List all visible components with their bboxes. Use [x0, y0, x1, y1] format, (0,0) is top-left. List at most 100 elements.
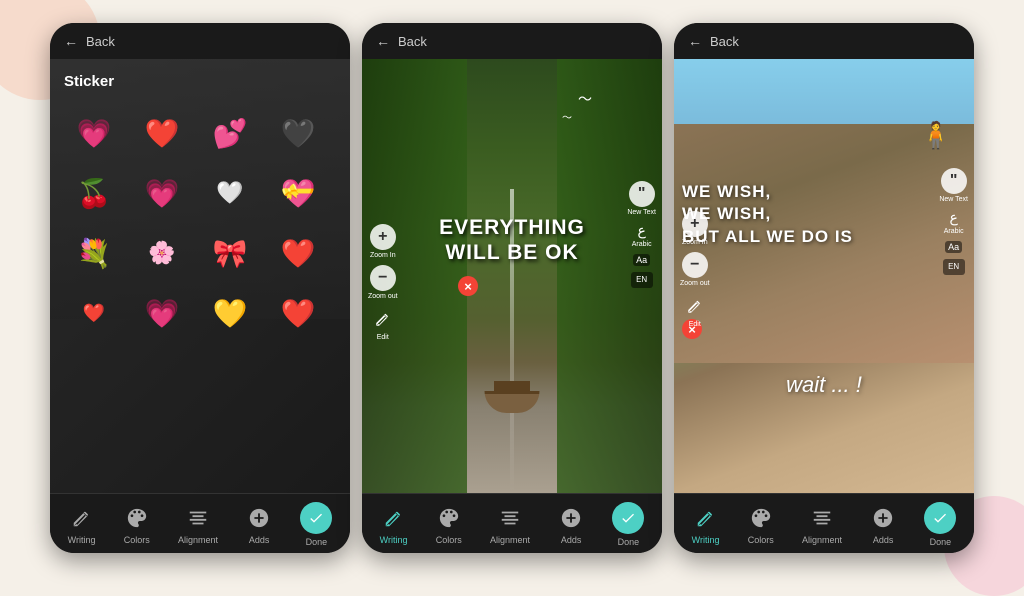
boat-shape: [485, 391, 540, 413]
phone2-toolbar: Writing Colors Alignment Adds: [362, 493, 662, 553]
adds-icon-1: [245, 504, 273, 532]
alignment-label-3: Alignment: [802, 535, 842, 545]
toolbar-adds-3[interactable]: Adds: [869, 504, 897, 545]
done-label-3: Done: [930, 537, 952, 547]
toolbar-done-3[interactable]: Done: [924, 502, 956, 547]
toolbar-adds-2[interactable]: Adds: [557, 504, 585, 545]
font-btn-2[interactable]: Aa: [633, 254, 650, 266]
toolbar-alignment-3[interactable]: Alignment: [802, 504, 842, 545]
zoom-in-group: + Zoom In: [370, 224, 396, 259]
delete-text-btn-2[interactable]: ×: [458, 276, 478, 296]
zoom-out-label-3: Zoom out: [680, 280, 710, 287]
sticker-dotted-heart[interactable]: 🤍: [204, 167, 256, 219]
toolbar-adds-1[interactable]: Adds: [245, 504, 273, 545]
back-arrow-icon-3[interactable]: ←: [688, 33, 702, 49]
done-label-2: Done: [618, 537, 640, 547]
seagull-2: 〜: [562, 109, 572, 124]
phone-3: ← Back 🧍 WE WISH, WE WISH, BUT ALL WE DO…: [674, 23, 974, 553]
en-badge-2[interactable]: EN: [631, 272, 653, 288]
toolbar-alignment-2[interactable]: Alignment: [490, 504, 530, 545]
phone2-header: ← Back: [362, 23, 662, 59]
new-text-label-2: New Text: [627, 209, 656, 216]
sticker-cherry[interactable]: 🍒: [68, 167, 120, 219]
mountain-photo: 🧍 WE WISH, WE WISH, BUT ALL WE DO IS × w…: [674, 59, 974, 493]
done-button-1[interactable]: [300, 502, 332, 534]
back-arrow-icon-2[interactable]: ←: [376, 33, 390, 49]
toolbar-alignment-1[interactable]: Alignment: [178, 504, 218, 545]
font-group-3: Aa: [945, 241, 962, 253]
writing-icon-3: [692, 504, 720, 532]
zoom-in-btn-3[interactable]: +: [682, 211, 708, 237]
zoom-in-group-3: + Zoom In: [682, 211, 708, 246]
edit-group-2: Edit: [370, 306, 396, 341]
toolbar-writing-2[interactable]: Writing: [380, 504, 408, 545]
adds-icon-2: [557, 504, 585, 532]
toolbar-colors-2[interactable]: Colors: [435, 504, 463, 545]
adds-label-2: Adds: [561, 535, 582, 545]
toolbar-writing-3[interactable]: Writing: [692, 504, 720, 545]
arabic-icon-2[interactable]: ع: [637, 222, 645, 239]
done-button-3[interactable]: [924, 502, 956, 534]
sticker-grid: 💗 ❤️ 💕 🖤 🍒 💗 🤍 💝 💐 🌸 🎀 ❤️ ❤️: [60, 99, 340, 347]
sticker-love-you[interactable]: ❤️: [68, 287, 120, 339]
sticker-sketch-heart[interactable]: ❤️: [272, 287, 324, 339]
writing-label-1: Writing: [68, 535, 96, 545]
done-label-1: Done: [306, 537, 328, 547]
sticker-lace-heart[interactable]: 🌸: [136, 227, 188, 279]
sticker-gold-heart[interactable]: 💛: [204, 287, 256, 339]
everything-text[interactable]: EVERYTHING WILL BE OK: [439, 215, 585, 265]
en-badge-3[interactable]: EN: [943, 259, 965, 275]
colors-label-3: Colors: [748, 535, 774, 545]
toolbar-colors-3[interactable]: Colors: [747, 504, 775, 545]
arabic-label-2: Arabic: [632, 241, 652, 248]
back-label-2[interactable]: Back: [398, 34, 427, 49]
sticker-red-heart-2[interactable]: ❤️: [272, 227, 324, 279]
seagull-1: 〜: [578, 89, 592, 109]
sticker-heart-pink[interactable]: 💗: [136, 167, 188, 219]
sticker-heart-3[interactable]: 💕: [204, 107, 256, 159]
zoom-in-btn-2[interactable]: +: [370, 224, 396, 250]
person-on-cliff: 🧍: [920, 120, 952, 151]
sticker-black-heart[interactable]: 🖤: [272, 107, 324, 159]
phone1-toolbar: Writing Colors Alignment Adds: [50, 493, 350, 553]
left-controls-3: + Zoom In − Zoom out Edit: [680, 211, 710, 328]
edit-icon-2: [370, 306, 396, 332]
phone2-content: 〜 〜 EVERYTHING WILL BE OK × + Zoom In: [362, 59, 662, 493]
toolbar-colors-1[interactable]: Colors: [123, 504, 151, 545]
font-btn-3[interactable]: Aa: [945, 241, 962, 253]
phone1-bg: Sticker 💗 ❤️ 💕 🖤 🍒 💗 🤍 💝 💐 🌸 🎀: [50, 59, 350, 493]
sticker-heart-2[interactable]: ❤️: [136, 107, 188, 159]
wish-line2: WE WISH,: [682, 203, 966, 226]
arabic-group-3: ع Arabic: [944, 209, 964, 235]
back-label-1[interactable]: Back: [86, 34, 115, 49]
font-group-2: Aa: [633, 254, 650, 266]
sticker-bow-heart[interactable]: 🎀: [204, 227, 256, 279]
toolbar-done-1[interactable]: Done: [300, 502, 332, 547]
phone-2: ← Back 〜 〜 EVERYTHING WILL BE OK: [362, 23, 662, 553]
new-text-btn-3[interactable]: ": [941, 168, 967, 194]
colors-icon-1: [123, 504, 151, 532]
back-label-3[interactable]: Back: [710, 34, 739, 49]
arabic-label-3: Arabic: [944, 228, 964, 235]
en-group-2: EN: [631, 272, 653, 288]
phone-1: ← Back Sticker 💗 ❤️ 💕 🖤 🍒 💗 🤍 💝: [50, 23, 350, 553]
new-text-btn-2[interactable]: ": [629, 181, 655, 207]
sticker-flowers[interactable]: 💐: [68, 227, 120, 279]
toolbar-writing-1[interactable]: Writing: [68, 504, 96, 545]
wish-line1: WE WISH,: [682, 181, 966, 204]
done-button-2[interactable]: [612, 502, 644, 534]
new-text-label-3: New Text: [939, 196, 968, 203]
sticker-heart-gift[interactable]: 💝: [272, 167, 324, 219]
alignment-label-1: Alignment: [178, 535, 218, 545]
sticker-heart-1[interactable]: 💗: [68, 107, 120, 159]
arabic-icon-3[interactable]: ع: [949, 209, 957, 226]
zoom-out-label-2: Zoom out: [368, 293, 398, 300]
sticker-outline-heart[interactable]: 💗: [136, 287, 188, 339]
zoom-in-label-2: Zoom In: [370, 252, 396, 259]
wish-text[interactable]: WE WISH, WE WISH, BUT ALL WE DO IS: [682, 181, 966, 250]
back-arrow-icon[interactable]: ←: [64, 33, 78, 49]
wait-text[interactable]: wait ... !: [786, 372, 862, 398]
zoom-out-btn-3[interactable]: −: [682, 252, 708, 278]
toolbar-done-2[interactable]: Done: [612, 502, 644, 547]
zoom-out-btn-2[interactable]: −: [370, 265, 396, 291]
